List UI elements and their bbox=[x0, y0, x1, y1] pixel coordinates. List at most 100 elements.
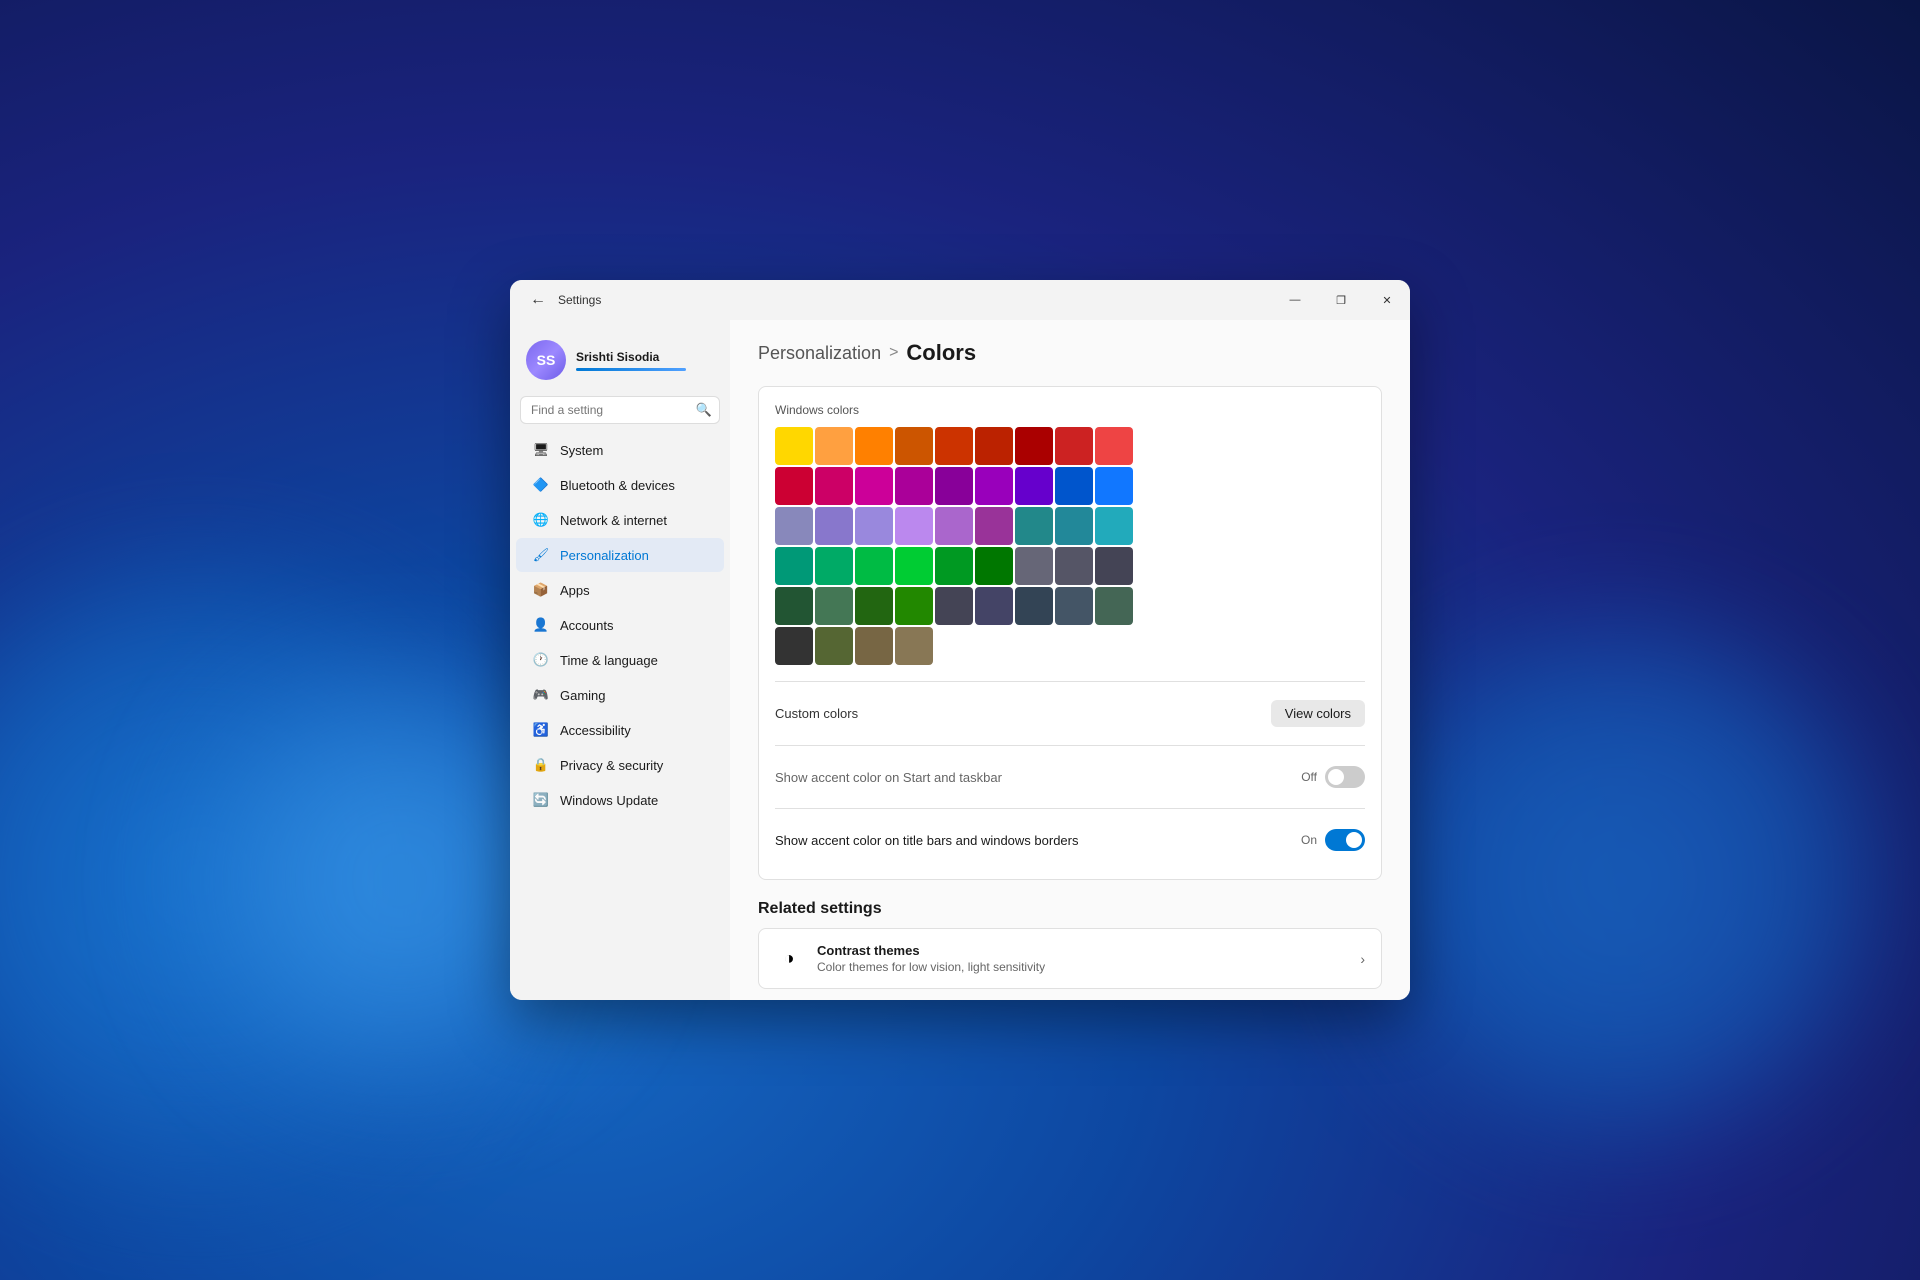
color-swatch-1-5[interactable] bbox=[975, 467, 1013, 505]
sidebar-item-windowsupdate[interactable]: 🔄 Windows Update bbox=[516, 783, 724, 817]
sidebar-item-bluetooth[interactable]: 🔷 Bluetooth & devices bbox=[516, 468, 724, 502]
windowsupdate-icon: 🔄 bbox=[532, 791, 550, 809]
color-swatch-4-5[interactable] bbox=[975, 587, 1013, 625]
color-swatch-3-2[interactable] bbox=[855, 547, 893, 585]
color-swatch-1-4[interactable] bbox=[935, 467, 973, 505]
colors-grid bbox=[775, 427, 1365, 665]
apps-label: Apps bbox=[560, 583, 590, 598]
sidebar-item-accessibility[interactable]: ♿ Accessibility bbox=[516, 713, 724, 747]
privacy-label: Privacy & security bbox=[560, 758, 663, 773]
sidebar-item-network[interactable]: 🌐 Network & internet bbox=[516, 503, 724, 537]
toggle-row-titlebar: Show accent color on title bars and wind… bbox=[775, 817, 1365, 863]
settings-window: ← Settings — ❐ ✕ SS Srishti Sisodia 🔍 bbox=[510, 280, 1410, 1000]
color-swatch-2-7[interactable] bbox=[1055, 507, 1093, 545]
maximize-button[interactable]: ❐ bbox=[1318, 280, 1364, 320]
color-swatch-5-2[interactable] bbox=[855, 627, 893, 665]
color-swatch-5-3[interactable] bbox=[895, 627, 933, 665]
color-swatch-3-4[interactable] bbox=[935, 547, 973, 585]
color-swatch-3-7[interactable] bbox=[1055, 547, 1093, 585]
toggle-titlebar-area: On bbox=[1301, 829, 1365, 851]
divider-3 bbox=[775, 808, 1365, 809]
content-area: SS Srishti Sisodia 🔍 🖥 System 🔷 Bluetoot… bbox=[510, 320, 1410, 1000]
view-colors-button[interactable]: View colors bbox=[1271, 700, 1365, 727]
contrast-themes-icon: ◑ bbox=[775, 945, 803, 973]
color-swatch-5-1[interactable] bbox=[815, 627, 853, 665]
color-swatch-0-5[interactable] bbox=[975, 427, 1013, 465]
privacy-icon: 🔒 bbox=[532, 756, 550, 774]
color-swatch-4-8[interactable] bbox=[1095, 587, 1133, 625]
color-swatch-2-6[interactable] bbox=[1015, 507, 1053, 545]
windows-colors-label: Windows colors bbox=[775, 403, 1365, 417]
color-swatch-2-3[interactable] bbox=[895, 507, 933, 545]
sidebar-item-privacy[interactable]: 🔒 Privacy & security bbox=[516, 748, 724, 782]
color-swatch-1-1[interactable] bbox=[815, 467, 853, 505]
color-swatch-1-3[interactable] bbox=[895, 467, 933, 505]
search-box[interactable]: 🔍 bbox=[520, 396, 720, 424]
color-swatch-1-8[interactable] bbox=[1095, 467, 1133, 505]
color-swatch-0-4[interactable] bbox=[935, 427, 973, 465]
toggle-start[interactable] bbox=[1325, 766, 1365, 788]
color-swatch-1-6[interactable] bbox=[1015, 467, 1053, 505]
color-swatch-2-5[interactable] bbox=[975, 507, 1013, 545]
color-swatch-3-8[interactable] bbox=[1095, 547, 1133, 585]
related-settings-title: Related settings bbox=[758, 900, 1382, 918]
color-swatch-1-7[interactable] bbox=[1055, 467, 1093, 505]
sidebar-item-timelanguage[interactable]: 🕐 Time & language bbox=[516, 643, 724, 677]
titlebar: ← Settings — ❐ ✕ bbox=[510, 280, 1410, 320]
color-swatch-4-4[interactable] bbox=[935, 587, 973, 625]
toggle-titlebar[interactable] bbox=[1325, 829, 1365, 851]
back-button[interactable]: ← bbox=[526, 287, 550, 313]
gaming-label: Gaming bbox=[560, 688, 606, 703]
toggle-titlebar-thumb bbox=[1346, 832, 1362, 848]
color-swatch-2-4[interactable] bbox=[935, 507, 973, 545]
color-swatch-0-2[interactable] bbox=[855, 427, 893, 465]
color-swatch-2-0[interactable] bbox=[775, 507, 813, 545]
color-swatch-2-1[interactable] bbox=[815, 507, 853, 545]
color-swatch-4-7[interactable] bbox=[1055, 587, 1093, 625]
network-label: Network & internet bbox=[560, 513, 667, 528]
color-swatch-2-2[interactable] bbox=[855, 507, 893, 545]
sidebar-item-gaming[interactable]: 🎮 Gaming bbox=[516, 678, 724, 712]
page-header: Personalization > Colors bbox=[758, 340, 1382, 366]
sidebar-item-apps[interactable]: 📦 Apps bbox=[516, 573, 724, 607]
avatar: SS bbox=[526, 340, 566, 380]
color-row-4 bbox=[775, 587, 1365, 625]
breadcrumb-parent: Personalization bbox=[758, 343, 881, 364]
color-swatch-4-0[interactable] bbox=[775, 587, 813, 625]
color-swatch-3-0[interactable] bbox=[775, 547, 813, 585]
search-input[interactable] bbox=[520, 396, 720, 424]
window-controls: — ❐ ✕ bbox=[1272, 280, 1410, 320]
color-swatch-4-1[interactable] bbox=[815, 587, 853, 625]
color-swatch-4-3[interactable] bbox=[895, 587, 933, 625]
color-row-0 bbox=[775, 427, 1365, 465]
color-swatch-4-6[interactable] bbox=[1015, 587, 1053, 625]
sidebar-item-system[interactable]: 🖥 System bbox=[516, 433, 724, 467]
personalization-icon: 🖌 bbox=[532, 546, 550, 564]
accessibility-label: Accessibility bbox=[560, 723, 631, 738]
color-swatch-3-1[interactable] bbox=[815, 547, 853, 585]
contrast-themes-item[interactable]: ◑ Contrast themes Color themes for low v… bbox=[759, 929, 1381, 988]
sidebar-item-personalization[interactable]: 🖌 Personalization bbox=[516, 538, 724, 572]
color-swatch-0-6[interactable] bbox=[1015, 427, 1053, 465]
color-swatch-0-7[interactable] bbox=[1055, 427, 1093, 465]
minimize-button[interactable]: — bbox=[1272, 280, 1318, 320]
color-swatch-4-2[interactable] bbox=[855, 587, 893, 625]
color-swatch-2-8[interactable] bbox=[1095, 507, 1133, 545]
color-swatch-3-6[interactable] bbox=[1015, 547, 1053, 585]
breadcrumb-separator: > bbox=[889, 344, 898, 362]
color-swatch-0-0[interactable] bbox=[775, 427, 813, 465]
divider-1 bbox=[775, 681, 1365, 682]
color-swatch-0-8[interactable] bbox=[1095, 427, 1133, 465]
color-swatch-0-3[interactable] bbox=[895, 427, 933, 465]
color-row-2 bbox=[775, 507, 1365, 545]
close-button[interactable]: ✕ bbox=[1364, 280, 1410, 320]
color-swatch-5-0[interactable] bbox=[775, 627, 813, 665]
sidebar-item-accounts[interactable]: 👤 Accounts bbox=[516, 608, 724, 642]
toggle-start-thumb bbox=[1328, 769, 1344, 785]
color-swatch-3-5[interactable] bbox=[975, 547, 1013, 585]
color-swatch-1-2[interactable] bbox=[855, 467, 893, 505]
color-swatch-3-3[interactable] bbox=[895, 547, 933, 585]
color-swatch-1-0[interactable] bbox=[775, 467, 813, 505]
color-swatch-0-1[interactable] bbox=[815, 427, 853, 465]
bluetooth-label: Bluetooth & devices bbox=[560, 478, 675, 493]
